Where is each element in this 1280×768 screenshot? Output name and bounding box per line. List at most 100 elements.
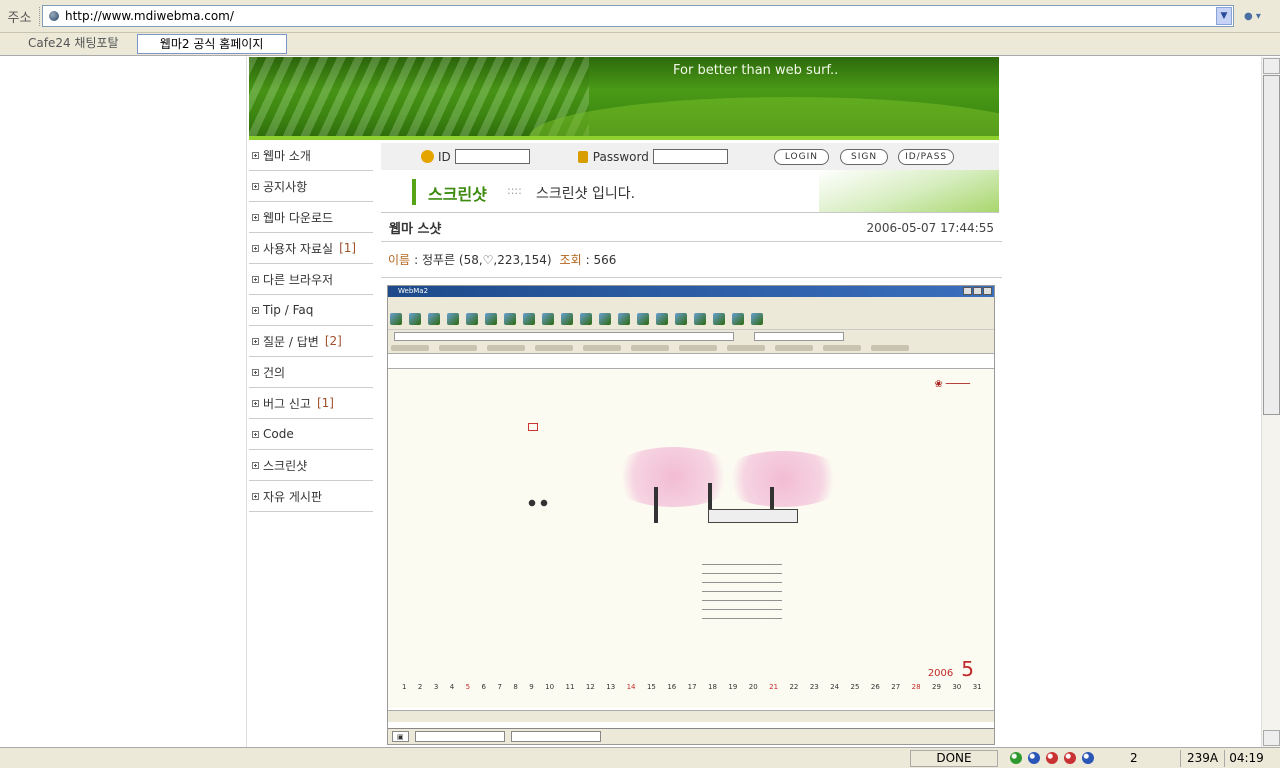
calendar-day: 5 <box>465 683 471 691</box>
plus-icon <box>252 213 259 221</box>
page-viewport: For better than web surf.. 웹마 소개 공지사항 웹마… <box>0 57 1261 747</box>
plus-icon <box>252 399 259 407</box>
section-header-gradient <box>819 170 999 213</box>
status-indicator-icon[interactable] <box>1010 752 1022 764</box>
status-indicator-icon[interactable] <box>1082 752 1094 764</box>
section-header: 스크린샷 :::: 스크린샷 입니다. <box>381 170 999 213</box>
tab-bar: Cafe24 채팅포탈 웹마2 공식 홈페이지 <box>0 33 1280 56</box>
scroll-thumb[interactable] <box>1263 75 1280 415</box>
post-title: 웹마 스샷 <box>389 222 442 237</box>
screenshot-address-row <box>388 330 994 342</box>
post-meta: 이름 : 정푸른 (58,♡,223,154) 조회 : 566 <box>381 242 1002 278</box>
menu-item-other-browsers[interactable]: 다른 브라우저 <box>249 264 373 295</box>
poem-text-lines <box>702 559 782 619</box>
menu-item-qna[interactable]: 질문 / 답변 [2] <box>249 326 373 357</box>
house-drawing <box>708 509 798 523</box>
plus-icon <box>252 430 259 438</box>
screenshot-statusbar <box>388 710 994 722</box>
calendar-day: 14 <box>626 683 636 691</box>
id-label: ID <box>438 149 451 164</box>
calendar-day: 25 <box>850 683 860 691</box>
menu-item-code[interactable]: Code <box>249 419 373 450</box>
calendar-day: 11 <box>565 683 575 691</box>
id-input[interactable] <box>454 149 530 164</box>
calendar-day: 3 <box>433 683 439 691</box>
tree-trunk <box>770 487 774 509</box>
section-separator: :::: <box>507 184 522 197</box>
url-dropdown-icon[interactable]: ▼ <box>1216 7 1232 25</box>
screenshot-taskbar: ▣ <box>388 728 994 744</box>
taskbar-item <box>510 731 601 742</box>
menu-item-download[interactable]: 웹마 다운로드 <box>249 202 373 233</box>
tree-trunk <box>654 487 658 523</box>
page-divider <box>246 57 247 747</box>
status-time: 04:19 <box>1224 750 1268 767</box>
site-banner: For better than web surf.. <box>249 57 999 140</box>
plus-icon <box>252 461 259 469</box>
calendar-days: 1 2 3 4 5 6 7 8 9 10 11 12 13 14 15 16 17 18 19 20 21 22 23 24 2… <box>402 683 982 691</box>
left-menu: 웹마 소개 공지사항 웹마 다운로드 사용자 자료실 [1] 다른 브라우저 Ti… <box>249 140 373 512</box>
plus-icon <box>252 244 259 252</box>
post-screenshot-image: WebMa2 ❀ ──── 2006 5 1 2 3 4 5 6 7 8 9 1… <box>387 285 995 745</box>
status-indicator-icon[interactable] <box>1046 752 1058 764</box>
id-pass-button[interactable]: ID/PASS <box>898 148 955 165</box>
calendar-month: 2006 5 <box>927 657 974 681</box>
post-date: 2006-05-07 17:44:55 <box>866 220 994 235</box>
menu-item-free-board[interactable]: 자유 게시판 <box>249 481 373 512</box>
menu-item-screenshots[interactable]: 스크린샷 <box>249 450 373 481</box>
post-header: 웹마 스샷 2006-05-07 17:44:55 <box>381 214 1002 242</box>
menu-item-suggestion[interactable]: 건의 <box>249 357 373 388</box>
password-input[interactable] <box>652 149 728 164</box>
banner-swoosh <box>529 97 999 140</box>
login-button[interactable]: LOGIN <box>773 148 829 165</box>
menu-item-bug-report[interactable]: 버그 신고 [1] <box>249 388 373 419</box>
plus-icon <box>252 275 259 283</box>
tab-cafe24[interactable]: Cafe24 채팅포탈 <box>10 34 137 54</box>
url-input[interactable]: http://www.mdiwebma.com/ ▼ <box>42 5 1234 27</box>
vertical-scrollbar[interactable] <box>1261 57 1280 747</box>
status-bar: DONE 2 239A 04:19 <box>0 747 1280 768</box>
calendar-day: 9 <box>529 683 534 691</box>
plus-icon <box>252 337 259 345</box>
calendar-day: 1 <box>402 683 407 691</box>
calendar-day: 30 <box>952 683 962 691</box>
status-indicator-icon[interactable] <box>1064 752 1076 764</box>
calendar-day: 31 <box>972 683 982 691</box>
taskbar-item <box>414 731 505 742</box>
calendar-day: 13 <box>606 683 616 691</box>
menu-item-user-files[interactable]: 사용자 자료실 [1] <box>249 233 373 264</box>
screenshot-titlebar: WebMa2 <box>388 286 994 297</box>
menu-item-notice[interactable]: 공지사항 <box>249 171 373 202</box>
menu-item-about[interactable]: 웹마 소개 <box>249 140 373 171</box>
address-bar: 주소 http://www.mdiwebma.com/ ▼ ● ▾ <box>0 0 1280 33</box>
calendar-day: 27 <box>891 683 901 691</box>
people-figures <box>526 497 552 521</box>
url-text: http://www.mdiwebma.com/ <box>65 9 234 23</box>
calendar-day: 10 <box>545 683 555 691</box>
plus-icon <box>252 492 259 500</box>
browser-window: 주소 http://www.mdiwebma.com/ ▼ ● ▾ Cafe24… <box>0 0 1280 768</box>
plus-icon <box>252 368 259 376</box>
screenshot-window-buttons <box>963 287 992 295</box>
calendar-day: 12 <box>585 683 595 691</box>
tab-webma-homepage[interactable]: 웹마2 공식 홈페이지 <box>136 34 287 54</box>
calendar-day: 29 <box>931 683 941 691</box>
login-bar: ID Password LOGIN SIGN ID/PASS <box>381 143 999 170</box>
sign-button[interactable]: SIGN <box>839 148 889 165</box>
scroll-down-button[interactable] <box>1263 730 1280 746</box>
password-label: Password <box>592 149 649 164</box>
author-value[interactable]: : 정푸른 (58,♡,223,154) <box>414 251 551 268</box>
seal-stamp-icon <box>528 423 538 431</box>
plus-icon <box>252 306 259 314</box>
scroll-up-button[interactable] <box>1263 58 1280 74</box>
go-icon[interactable]: ● ▾ <box>1244 11 1261 22</box>
status-indicator-icon[interactable] <box>1028 752 1040 764</box>
calendar-day: 18 <box>708 683 717 691</box>
globe-icon <box>49 11 59 21</box>
calendar-day: 19 <box>728 683 738 691</box>
calendar-day: 15 <box>646 683 656 691</box>
calendar-day: 24 <box>830 683 840 691</box>
calendar-illustration: ❀ ──── 2006 5 1 2 3 4 5 6 7 8 9 10 11 12 13 14 15 16 17 18… <box>388 368 994 708</box>
calendar-day: 23 <box>809 683 819 691</box>
menu-item-tip-faq[interactable]: Tip / Faq <box>249 295 373 326</box>
